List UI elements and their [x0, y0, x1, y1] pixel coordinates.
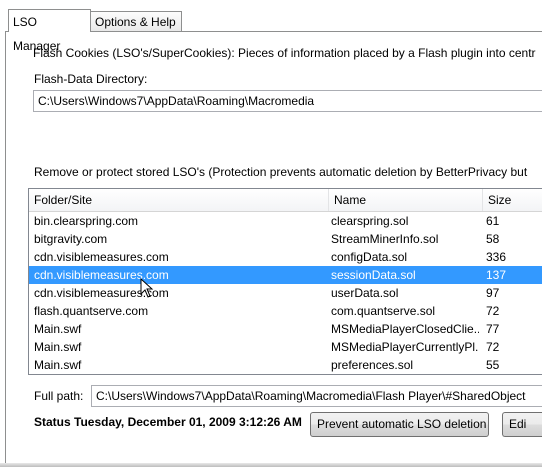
- lso-list[interactable]: Folder/Site Name Size bin.clearspring.co…: [28, 188, 542, 375]
- cell-folder: bitgravity.com: [34, 232, 108, 246]
- mouse-cursor-icon: [140, 278, 154, 298]
- directory-label: Flash-Data Directory:: [34, 72, 148, 86]
- status-text: Status Tuesday, December 01, 2009 3:12:2…: [34, 415, 302, 429]
- cell-size: 77: [486, 322, 500, 336]
- table-row[interactable]: flash.quantserve.com com.quantserve.sol 72: [29, 302, 542, 320]
- full-path-field[interactable]: C:\Users\Windows7\AppData\Roaming\Macrom…: [91, 385, 542, 407]
- cell-size: 55: [486, 358, 500, 372]
- cell-name: StreamMinerInfo.sol: [331, 232, 439, 246]
- column-header-size[interactable]: Size: [483, 189, 542, 211]
- column-header-folder[interactable]: Folder/Site: [29, 189, 329, 211]
- cell-name: preferences.sol: [331, 358, 414, 372]
- cell-name: clearspring.sol: [331, 214, 409, 228]
- table-row[interactable]: bitgravity.com StreamMinerInfo.sol 58: [29, 230, 542, 248]
- prevent-deletion-button[interactable]: Prevent automatic LSO deletion: [310, 412, 489, 437]
- cell-size: 97: [486, 286, 500, 300]
- table-row[interactable]: Main.swf preferences.sol 55: [29, 356, 542, 374]
- cell-name: sessionData.sol: [331, 268, 416, 282]
- edit-button[interactable]: Edi: [502, 412, 542, 437]
- cell-name: MSMediaPlayerClosedClie...: [331, 322, 479, 336]
- remove-instructions: Remove or protect stored LSO's (Protecti…: [34, 165, 528, 179]
- cell-folder: flash.quantserve.com: [34, 304, 149, 318]
- cell-size: 61: [486, 214, 500, 228]
- table-row[interactable]: cdn.visiblemeasures.com sessionData.sol 13…: [29, 266, 542, 284]
- cell-size: 58: [486, 232, 500, 246]
- description-text: Flash Cookies (LSO's/SuperCookies): Piec…: [33, 46, 536, 60]
- cell-name: configData.sol: [331, 250, 408, 264]
- cell-folder: bin.clearspring.com: [34, 214, 139, 228]
- tab-lso-manager[interactable]: LSO Manager: [8, 9, 91, 53]
- table-row[interactable]: Main.swf MSMediaPlayerClosedClie... 77: [29, 320, 542, 338]
- cell-name: userData.sol: [331, 286, 399, 300]
- table-row[interactable]: cdn.visiblemeasures.com userData.sol 97: [29, 284, 542, 302]
- cell-size: 72: [486, 340, 500, 354]
- full-path-label: Full path:: [34, 389, 84, 403]
- cell-folder: Main.swf: [34, 322, 82, 336]
- table-row[interactable]: cdn.visiblemeasures.com configData.sol 336: [29, 248, 542, 266]
- tab-options-help[interactable]: Options & Help: [90, 11, 182, 31]
- cell-name: com.quantserve.sol: [331, 304, 436, 318]
- cell-folder: cdn.visiblemeasures.com: [34, 286, 169, 300]
- column-header-name[interactable]: Name: [329, 189, 483, 211]
- list-header: Folder/Site Name Size: [29, 189, 542, 212]
- table-row[interactable]: bin.clearspring.com clearspring.sol 61: [29, 212, 542, 230]
- cell-folder: cdn.visiblemeasures.com: [34, 268, 169, 282]
- cell-size: 336: [486, 250, 507, 264]
- cell-size: 137: [486, 268, 507, 282]
- cell-folder: cdn.visiblemeasures.com: [34, 250, 169, 264]
- table-row[interactable]: Main.swf MSMediaPlayerCurrentlyPl... 72: [29, 338, 542, 356]
- cell-name: MSMediaPlayerCurrentlyPl...: [331, 340, 479, 354]
- window-bottom-shadow: [0, 463, 542, 467]
- cell-folder: Main.swf: [34, 340, 82, 354]
- tab-label: Options & Help: [95, 15, 176, 29]
- directory-field[interactable]: C:\Users\Windows7\AppData\Roaming\Macrom…: [33, 90, 542, 112]
- cell-size: 72: [486, 304, 500, 318]
- cell-folder: Main.swf: [34, 358, 82, 372]
